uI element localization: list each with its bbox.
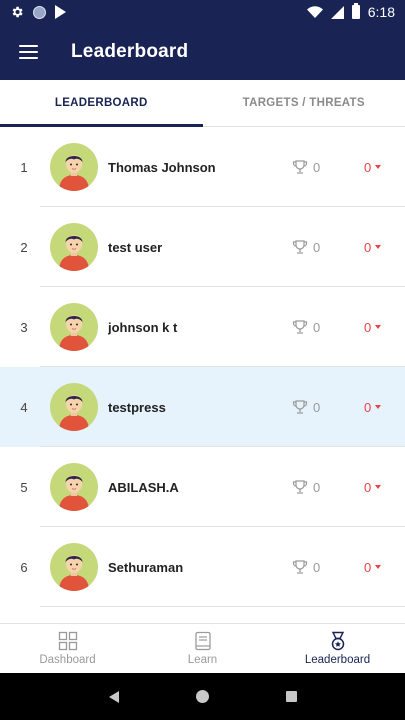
battery-icon [351,3,360,19]
menu-button[interactable] [0,24,56,80]
rank-change-value: 0 [364,479,372,495]
status-bar: 6:18 [0,0,405,24]
trophy-value: 0 [313,159,321,175]
nav-leaderboard[interactable]: Leaderboard [270,624,405,673]
trophy-value: 0 [313,559,321,575]
avatar [50,303,98,351]
rank-change: 0 [364,399,382,415]
dashboard-icon [58,631,77,651]
nav-label: Dashboard [39,654,96,666]
nav-dashboard[interactable]: Dashboard [0,624,135,673]
tab-bar: LEADERBOARD TARGETS / THREATS [0,80,405,127]
rank-number: 1 [20,159,28,175]
book-icon [194,631,211,651]
caret-down-icon [375,485,382,489]
avatar [50,543,98,591]
rank-number: 3 [20,319,28,335]
leaderboard-list: 1 Thomas Johnson 0 0 2 test user 0 0 3 j… [0,127,405,623]
rank-change-value: 0 [364,319,372,335]
user-name: Thomas Johnson [108,159,216,175]
menu-icon [18,45,38,59]
trophy-count: 0 [292,559,352,575]
rank-change: 0 [364,239,382,255]
rank-number: 6 [20,559,28,575]
rank-change: 0 [364,479,382,495]
back-icon[interactable] [108,690,119,703]
user-avatar-icon [59,235,89,271]
nav-label: Leaderboard [304,654,371,666]
bottom-navigation: Dashboard Learn Leaderboard [0,623,405,673]
leaderboard-row[interactable]: 2 test user 0 0 [0,207,405,287]
leaderboard-row[interactable]: 5 ABILASH.A 0 0 [0,447,405,527]
trophy-value: 0 [313,479,321,495]
rank-number: 5 [20,479,28,495]
trophy-value: 0 [313,239,321,255]
tab-targets-threats[interactable]: TARGETS / THREATS [203,80,405,126]
trophy-icon [292,320,308,334]
page-title: Leaderboard [71,41,189,62]
rank-change: 0 [364,319,382,335]
home-icon[interactable] [195,690,209,703]
wifi-icon [306,6,323,18]
trophy-value: 0 [313,399,321,415]
avatar [50,383,98,431]
avatar [50,463,98,511]
rank-number: 4 [20,399,28,415]
system-navigation-bar [0,673,405,720]
avatar [50,143,98,191]
nav-label: Learn [187,654,218,666]
user-avatar-icon [59,475,89,511]
caret-down-icon [375,165,382,169]
leaderboard-row[interactable]: 3 johnson k t 0 0 [0,287,405,367]
user-avatar-icon [59,155,89,191]
caret-down-icon [375,245,382,249]
trophy-count: 0 [292,479,352,495]
signal-icon [330,5,344,19]
nav-learn[interactable]: Learn [135,624,270,673]
leaderboard-row[interactable]: 6 Sethuraman 0 0 [0,527,405,607]
avatar [50,223,98,271]
status-time: 6:18 [367,4,395,20]
trophy-count: 0 [292,399,352,415]
user-name: Sethuraman [108,559,184,575]
app-bar: Leaderboard [0,24,405,80]
trophy-count: 0 [292,319,352,335]
rank-change: 0 [364,159,382,175]
leaderboard-row[interactable]: 1 Thomas Johnson 0 0 [0,127,405,207]
rank-change-value: 0 [364,239,372,255]
user-name: test user [108,239,163,255]
recent-apps-icon[interactable] [285,691,297,702]
caret-down-icon [375,325,382,329]
trophy-value: 0 [313,319,321,335]
trophy-count: 0 [292,159,352,175]
user-avatar-icon [59,315,89,351]
screen: 6:18 Leaderboard LEADERBOARD TARGETS / T… [0,0,405,720]
rank-number: 2 [20,239,28,255]
tab-leaderboard[interactable]: LEADERBOARD [0,80,203,127]
user-name: ABILASH.A [108,479,179,495]
user-name: testpress [108,399,166,415]
trophy-icon [292,240,308,254]
user-avatar-icon [59,555,89,591]
trophy-icon [292,560,308,574]
trophy-icon [292,400,308,414]
rank-change-value: 0 [364,559,372,575]
rank-change-value: 0 [364,399,372,415]
rank-change: 0 [364,559,382,575]
caret-down-icon [375,405,382,409]
trophy-icon [292,480,308,494]
sync-circle-icon [33,5,46,19]
settings-gear-icon [12,6,23,18]
medal-icon [331,631,344,651]
rank-change-value: 0 [364,159,372,175]
trophy-icon [292,160,308,174]
trophy-count: 0 [292,239,352,255]
user-avatar-icon [59,395,89,431]
leaderboard-row-current-user[interactable]: 4 testpress 0 0 [0,367,405,447]
user-name: johnson k t [108,319,178,335]
play-store-icon [55,5,66,19]
caret-down-icon [375,565,382,569]
